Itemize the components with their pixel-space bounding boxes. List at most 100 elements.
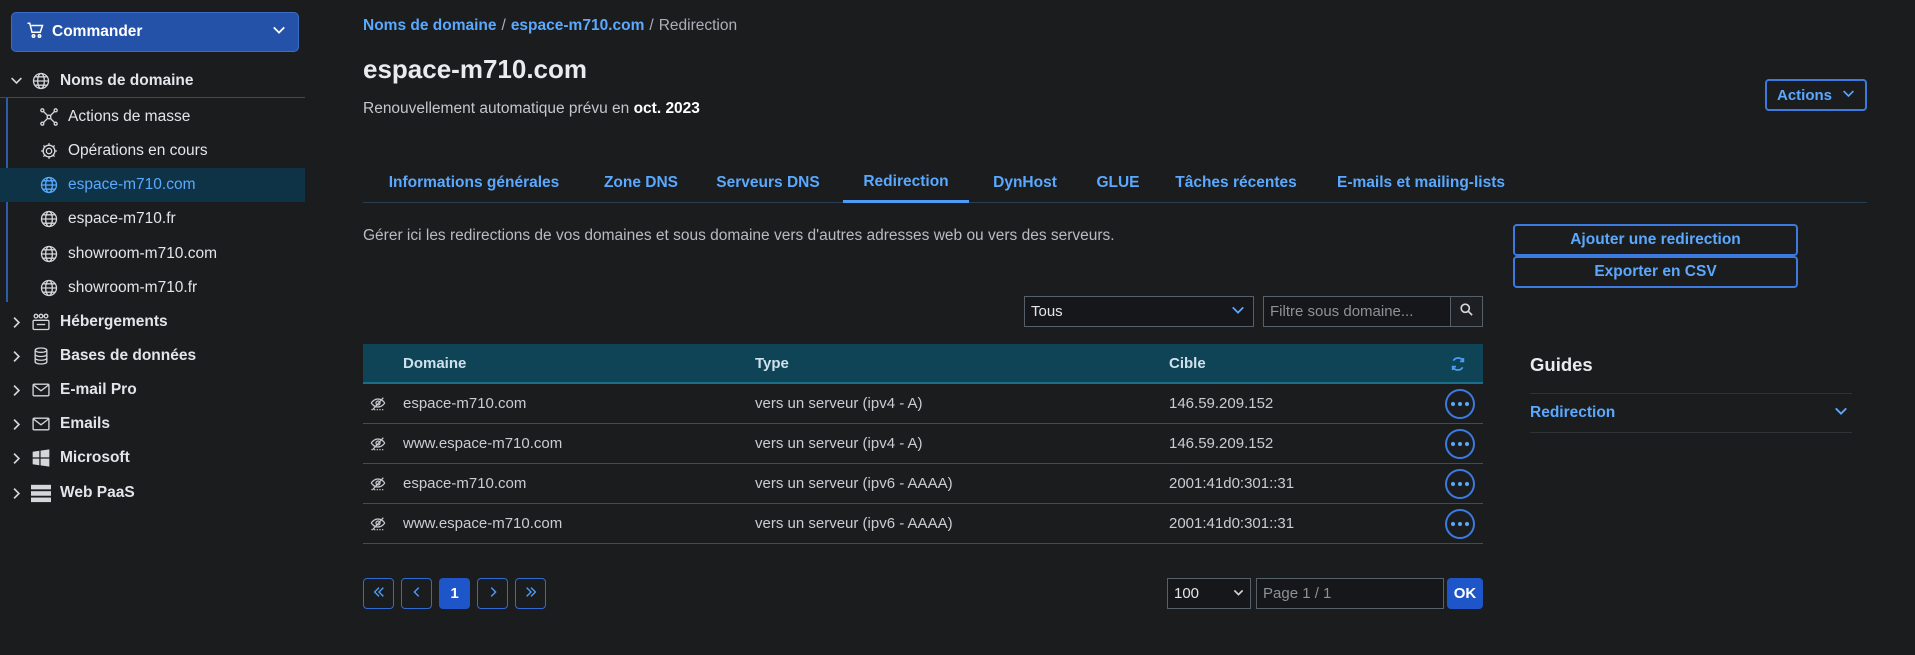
tab-dns-servers[interactable]: Serveurs DNS bbox=[697, 163, 839, 203]
cell-domain: www.espace-m710.com bbox=[403, 435, 563, 452]
chevron-down-icon bbox=[9, 74, 23, 87]
first-page-button[interactable] bbox=[363, 578, 394, 609]
sidebar-item-web-paas[interactable]: Web PaaS bbox=[0, 476, 305, 510]
row-actions-button[interactable] bbox=[1445, 468, 1475, 499]
cell-type: vers un serveur (ipv6 - AAAA) bbox=[755, 475, 953, 492]
go-to-page-button[interactable]: OK bbox=[1447, 578, 1483, 609]
sidebar: Commander Noms de domaine Actions de mas… bbox=[0, 0, 305, 655]
sidebar-item-showroom-m710-com[interactable]: showroom-m710.com bbox=[0, 237, 305, 271]
sidebar-item-label: showroom-m710.fr bbox=[68, 279, 198, 296]
actions-button-label: Actions bbox=[1776, 86, 1832, 104]
sidebar-item-label: Opérations en cours bbox=[68, 142, 208, 159]
globe-icon bbox=[38, 208, 60, 230]
sidebar-item-hosting[interactable]: Hébergements bbox=[0, 305, 305, 339]
breadcrumb-current: Redirection bbox=[658, 17, 738, 34]
gear-icon bbox=[38, 140, 60, 162]
eye-slash-icon bbox=[370, 435, 386, 455]
cell-target: 146.59.209.152 bbox=[1169, 435, 1274, 452]
tab-dynhost[interactable]: DynHost bbox=[975, 163, 1075, 203]
sidebar-item-label: E-mail Pro bbox=[60, 381, 137, 398]
type-filter-select[interactable]: Tous bbox=[1024, 296, 1254, 327]
guide-item-label: Redirection bbox=[1530, 404, 1616, 421]
tab-dns-zone[interactable]: Zone DNS bbox=[585, 163, 697, 203]
table-row: espace-m710.com vers un serveur (ipv6 - … bbox=[363, 464, 1483, 504]
guide-item-redirection[interactable]: Redirection bbox=[1530, 393, 1852, 433]
more-icon bbox=[1445, 468, 1475, 499]
sidebar-item-bulk-actions[interactable]: Actions de masse bbox=[0, 100, 305, 134]
tab-glue[interactable]: GLUE bbox=[1075, 163, 1161, 203]
more-icon bbox=[1445, 428, 1475, 459]
description: Gérer ici les redirections de vos domain… bbox=[363, 227, 1115, 244]
database-icon bbox=[30, 345, 52, 367]
cell-type: vers un serveur (ipv6 - AAAA) bbox=[755, 515, 953, 532]
per-page-select[interactable]: 100 bbox=[1167, 578, 1251, 609]
row-actions-button[interactable] bbox=[1445, 428, 1475, 459]
eye-slash-icon bbox=[370, 395, 386, 415]
cell-type: vers un serveur (ipv4 - A) bbox=[755, 435, 923, 452]
refresh-icon[interactable] bbox=[1450, 356, 1466, 376]
sidebar-item-label: Emails bbox=[60, 415, 110, 432]
tab-general-info[interactable]: Informations générales bbox=[363, 163, 585, 203]
cell-target: 146.59.209.152 bbox=[1169, 395, 1274, 412]
sidebar-item-espace-m710-com[interactable]: espace-m710.com bbox=[0, 168, 305, 202]
export-csv-button[interactable]: Exporter en CSV bbox=[1513, 256, 1798, 288]
more-icon bbox=[1445, 388, 1475, 419]
sidebar-item-label: espace-m710.com bbox=[68, 176, 196, 193]
guides-title: Guides bbox=[1530, 354, 1593, 375]
tab-emails-mailing-lists[interactable]: E-mails et mailing-lists bbox=[1311, 163, 1531, 203]
sidebar-item-label: espace-m710.fr bbox=[68, 210, 176, 227]
cart-icon bbox=[26, 21, 44, 44]
page-number-input[interactable]: Page 1 / 1 bbox=[1256, 578, 1444, 609]
chevron-down-icon bbox=[1834, 404, 1848, 423]
actions-button[interactable]: Actions bbox=[1765, 79, 1867, 111]
add-redirection-button[interactable]: Ajouter une redirection bbox=[1513, 224, 1798, 256]
eye-slash-icon bbox=[370, 515, 386, 535]
per-page-value: 100 bbox=[1174, 585, 1200, 602]
page-button-current[interactable]: 1 bbox=[439, 578, 470, 609]
renewal-text: Renouvellement automatique prévu en bbox=[363, 100, 630, 117]
breadcrumb-link-domain[interactable]: espace-m710.com bbox=[511, 17, 645, 35]
chevron-right-icon bbox=[9, 487, 23, 500]
double-chevron-right-icon bbox=[524, 585, 538, 603]
column-header-target[interactable]: Cible bbox=[1169, 355, 1206, 372]
last-page-button[interactable] bbox=[515, 578, 546, 609]
double-chevron-left-icon bbox=[372, 585, 386, 603]
subdomain-filter-input[interactable]: Filtre sous domaine... bbox=[1263, 296, 1451, 327]
windows-icon bbox=[30, 447, 52, 469]
more-icon bbox=[1445, 508, 1475, 539]
hosting-icon bbox=[30, 311, 52, 333]
table-row: www.espace-m710.com vers un serveur (ipv… bbox=[363, 504, 1483, 544]
chevron-right-icon bbox=[9, 418, 23, 431]
order-button[interactable]: Commander bbox=[11, 12, 299, 52]
sidebar-item-email-pro[interactable]: E-mail Pro bbox=[0, 373, 305, 407]
previous-page-button[interactable] bbox=[401, 578, 432, 609]
tab-redirection[interactable]: Redirection bbox=[843, 163, 969, 203]
column-header-domain[interactable]: Domaine bbox=[403, 355, 466, 372]
sidebar-item-operations[interactable]: Opérations en cours bbox=[0, 134, 305, 168]
row-actions-button[interactable] bbox=[1445, 508, 1475, 539]
cell-domain: espace-m710.com bbox=[403, 475, 527, 492]
sidebar-item-showroom-m710-fr[interactable]: showroom-m710.fr bbox=[0, 271, 305, 305]
tab-recent-tasks[interactable]: Tâches récentes bbox=[1161, 163, 1311, 203]
cell-target: 2001:41d0:301::31 bbox=[1169, 515, 1295, 532]
globe-icon bbox=[38, 277, 60, 299]
type-filter-value: Tous bbox=[1031, 303, 1063, 320]
globe-icon bbox=[38, 243, 60, 265]
sidebar-item-databases[interactable]: Bases de données bbox=[0, 339, 305, 373]
chevron-right-icon bbox=[486, 585, 500, 603]
sidebar-item-label: Web PaaS bbox=[60, 484, 135, 501]
row-actions-button[interactable] bbox=[1445, 388, 1475, 419]
sidebar-item-domains[interactable]: Noms de domaine bbox=[0, 64, 305, 98]
sidebar-item-microsoft[interactable]: Microsoft bbox=[0, 441, 305, 475]
tab-bar: Informations générales Zone DNS Serveurs… bbox=[363, 163, 1867, 203]
breadcrumb-link-domains[interactable]: Noms de domaine bbox=[363, 17, 497, 35]
table-header: Domaine Type Cible bbox=[363, 344, 1483, 384]
next-page-button[interactable] bbox=[477, 578, 508, 609]
cell-type: vers un serveur (ipv4 - A) bbox=[755, 395, 923, 412]
sidebar-item-emails[interactable]: Emails bbox=[0, 407, 305, 441]
breadcrumb-separator: / bbox=[501, 17, 506, 34]
sidebar-item-espace-m710-fr[interactable]: espace-m710.fr bbox=[0, 202, 305, 236]
search-button[interactable] bbox=[1450, 296, 1483, 327]
order-button-label: Commander bbox=[52, 23, 143, 40]
column-header-type[interactable]: Type bbox=[755, 355, 789, 372]
